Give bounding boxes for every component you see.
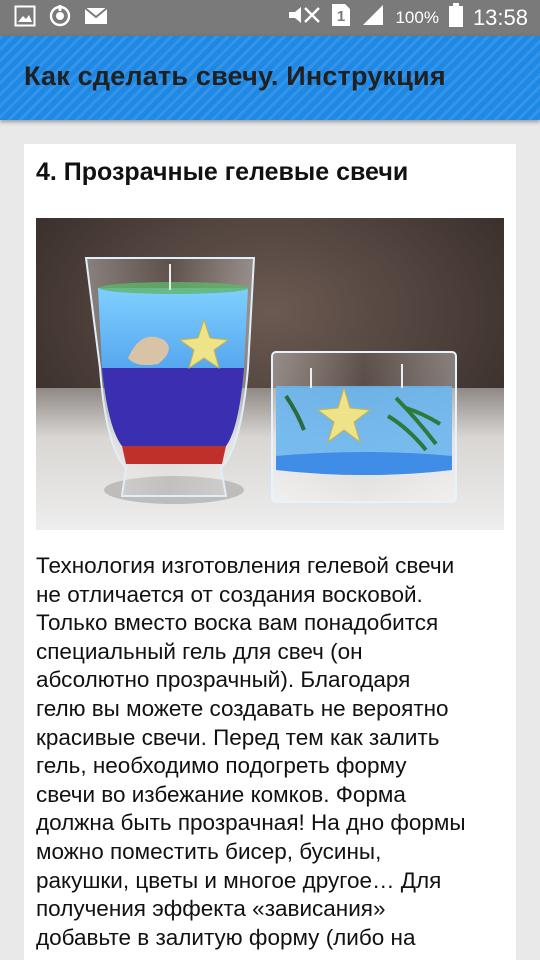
status-bar: 1 100% 13:58 [0,0,540,36]
mail-icon [84,6,108,30]
battery-percent: 100% [395,8,439,27]
app-bar: Как сделать свечу. Инструкция [0,36,540,120]
image-icon [14,5,36,32]
sim-icon: 1 [331,3,351,33]
article-heading: 4. Прозрачные гелевые свечи [36,158,409,186]
signal-icon [361,3,385,33]
svg-text:1: 1 [337,8,345,25]
gel-candles-photo [36,218,504,530]
article-body: Технология изготовления гелевой свечи не… [36,553,466,950]
system-icons: 1 100% 13:58 [287,3,528,33]
mute-icon [287,4,321,32]
app-title: Как сделать свечу. Инструкция [24,61,446,91]
notification-icons [14,4,108,33]
sync-icon [48,4,72,33]
battery-icon [448,3,463,33]
article-card: 4. Прозрачные гелевые свечи Технология и… [24,144,516,960]
clock: 13:58 [472,5,528,30]
